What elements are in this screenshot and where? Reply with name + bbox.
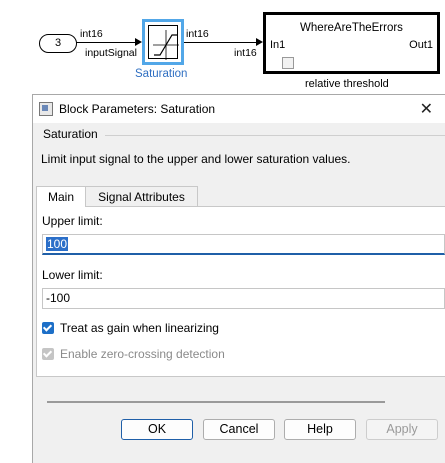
subsystem-out-port: Out1 xyxy=(409,39,433,51)
upper-limit-label: Upper limit: xyxy=(42,214,103,228)
horizontal-scrollbar[interactable] xyxy=(47,401,385,403)
dialog-titlebar[interactable]: Block Parameters: Saturation ✕ xyxy=(33,95,445,123)
block-parameters-icon xyxy=(39,102,53,116)
main-tab-panel: Upper limit: 100 Lower limit: -100 Treat… xyxy=(36,206,445,377)
subsystem-title: WhereAreTheErrors xyxy=(300,22,403,34)
saturation-block[interactable] xyxy=(142,19,184,65)
block-description: Limit input signal to the upper and lowe… xyxy=(41,152,351,166)
upper-limit-value: 100 xyxy=(46,237,69,251)
close-icon[interactable]: ✕ xyxy=(420,99,433,119)
mask-icon xyxy=(282,57,294,69)
dialog-title: Block Parameters: Saturation xyxy=(59,102,216,116)
signal-type-label-out: int16 xyxy=(186,28,209,40)
saturation-block-name[interactable]: Saturation xyxy=(135,68,187,80)
saturation-curve-icon xyxy=(153,30,179,60)
tab-signal-attributes[interactable]: Signal Attributes xyxy=(86,186,198,207)
arrow-icon xyxy=(256,38,263,46)
checkbox-disabled-icon xyxy=(42,348,54,360)
checkbox-checked-icon[interactable] xyxy=(42,322,54,334)
block-parameters-dialog: Block Parameters: Saturation ✕ Saturatio… xyxy=(32,94,445,463)
constant-block[interactable]: 3 xyxy=(39,34,77,53)
cancel-button[interactable]: Cancel xyxy=(203,419,275,440)
help-button[interactable]: Help xyxy=(284,419,356,440)
zero-crossing-option: Enable zero-crossing detection xyxy=(42,347,225,361)
group-label: Saturation xyxy=(43,127,98,141)
subsystem-caption: relative threshold xyxy=(305,78,389,90)
group-divider xyxy=(105,135,445,136)
signal-line-out[interactable] xyxy=(184,42,226,43)
signal-name-label[interactable]: inputSignal xyxy=(85,47,137,59)
treat-as-gain-label: Treat as gain when linearizing xyxy=(60,321,219,335)
treat-as-gain-option[interactable]: Treat as gain when linearizing xyxy=(42,321,219,335)
subsystem-block[interactable]: WhereAreTheErrors In1 Out1 xyxy=(263,12,440,74)
ok-button[interactable]: OK xyxy=(121,419,193,440)
apply-button: Apply xyxy=(366,419,438,440)
saturation-icon xyxy=(148,25,179,60)
zero-crossing-label: Enable zero-crossing detection xyxy=(60,347,225,361)
upper-limit-field[interactable]: 100 xyxy=(42,234,445,255)
signal-type-label: int16 xyxy=(80,28,103,40)
arrow-icon xyxy=(135,38,142,46)
lower-limit-label: Lower limit: xyxy=(42,268,103,282)
lower-limit-field[interactable]: -100 xyxy=(42,288,445,309)
signal-line-to-sub[interactable] xyxy=(226,42,257,43)
signal-type-label-sub: int16 xyxy=(234,47,257,59)
subsystem-in-port: In1 xyxy=(270,39,286,51)
tab-main[interactable]: Main xyxy=(36,186,86,207)
signal-line[interactable] xyxy=(76,42,135,43)
